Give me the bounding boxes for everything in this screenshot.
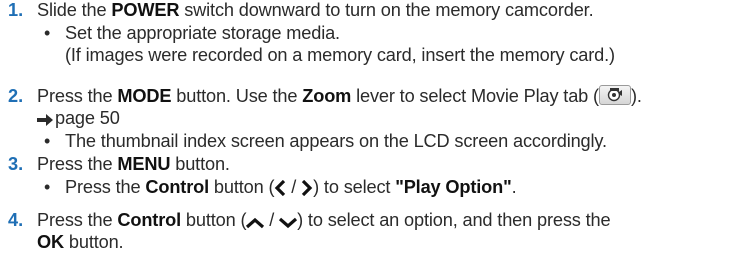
menu-label: MENU (117, 154, 171, 174)
step-3-bullet-1: Press the Control button ( / ) to select… (65, 176, 517, 201)
step-2-text: Press the MODE button. Use the Zoom leve… (37, 85, 642, 107)
step-text: button. (63, 232, 124, 252)
movie-play-tab-icon (598, 85, 631, 105)
step-text: ) to select (313, 177, 396, 197)
page-ref-text: page 50 (55, 108, 120, 128)
step-number: 1. (8, 0, 24, 20)
step-text: Press the (37, 210, 118, 230)
step-4-text-cont: OK button. (37, 231, 124, 253)
step-1-bullet-1-note: (If images were recorded on a memory car… (65, 45, 615, 65)
step-text: button ( (181, 210, 247, 230)
arrow-right-icon (37, 109, 53, 131)
chevron-left-icon (274, 179, 286, 201)
step-text: button ( (209, 177, 275, 197)
page-reference: page 50 (37, 107, 120, 131)
step-text: lever to select Movie Play tab ( (351, 86, 599, 106)
step-text: button. Use the (171, 86, 303, 106)
chevron-right-icon (301, 179, 313, 201)
step-1-text: Slide the POWER switch downward to turn … (37, 0, 594, 21)
bullet: • (44, 177, 51, 197)
instruction-document: 1. Slide the POWER switch downward to tu… (0, 0, 749, 254)
separator: / (264, 210, 280, 230)
step-3-text: Press the MENU button. (37, 153, 230, 175)
control-label: Control (117, 210, 181, 230)
ok-label: OK (37, 232, 64, 252)
step-text: Slide the (37, 0, 112, 20)
step-text: switch downward to turn on the memory ca… (179, 0, 594, 20)
step-text: Press the (65, 177, 146, 197)
step-text: ) to select an option, and then press th… (297, 210, 611, 230)
step-text: ). (630, 86, 642, 106)
step-text: button. (170, 154, 230, 174)
step-2-bullet-1: The thumbnail index screen appears on th… (65, 131, 607, 151)
bullet: • (44, 131, 51, 151)
control-label: Control (145, 177, 209, 197)
mode-label: MODE (117, 86, 172, 106)
zoom-label: Zoom (302, 86, 352, 106)
chevron-up-icon (246, 212, 265, 234)
step-number: 4. (8, 210, 24, 230)
separator: / (286, 177, 302, 197)
bullet: • (44, 23, 51, 43)
step-text: Press the (37, 86, 118, 106)
step-number: 3. (8, 154, 24, 174)
power-label: POWER (111, 0, 180, 20)
play-option-label: "Play Option" (395, 177, 512, 197)
step-number: 2. (8, 86, 24, 106)
chevron-down-icon (279, 212, 298, 234)
step-text: . (511, 177, 517, 197)
step-1-bullet-1: Set the appropriate storage media. (65, 23, 340, 43)
step-text: Press the (37, 154, 118, 174)
